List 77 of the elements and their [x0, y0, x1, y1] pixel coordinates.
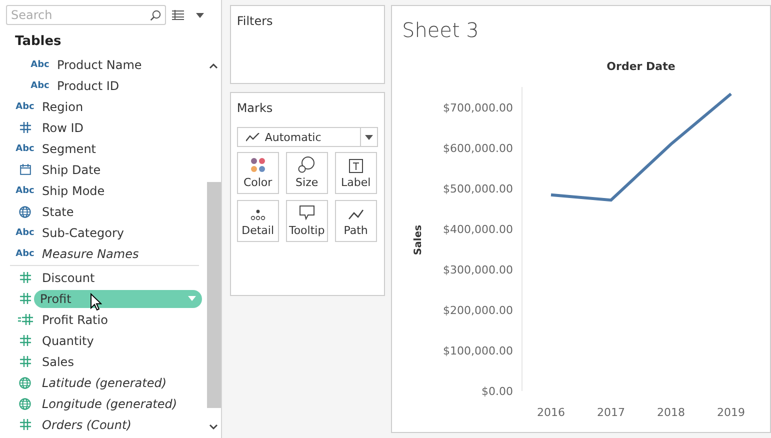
field-item[interactable]: Region [42, 98, 84, 116]
mark-property-button[interactable]: Size [286, 152, 328, 194]
field-item[interactable]: Discount [42, 268, 95, 286]
field-item[interactable]: Profit Ratio [42, 310, 108, 328]
detail-dots-icon [250, 209, 266, 221]
field-item[interactable]: Measure Names [42, 244, 139, 262]
mark-property-button[interactable]: Label [334, 152, 377, 194]
field-item[interactable]: Segment [42, 140, 96, 158]
field-item[interactable]: Product Name [57, 56, 142, 74]
field-item[interactable]: Sales [42, 352, 74, 370]
axis-tick-label: 2019 [717, 406, 745, 419]
hash-icon [20, 419, 30, 430]
list-view-icon[interactable] [172, 10, 184, 20]
text-type-icon: Abc [30, 60, 50, 70]
text-type-icon: Abc [30, 80, 50, 90]
mark-property-button[interactable]: Path [334, 200, 377, 242]
mark-type-dropdown[interactable]: Automatic [236, 127, 378, 147]
field-item[interactable]: Orders (Count) [42, 416, 132, 434]
axis-tick-label: 2016 [537, 406, 565, 419]
text-type-icon: Abc [16, 228, 34, 238]
text-type-icon: Abc [16, 248, 34, 258]
section-header: Tables [14, 33, 62, 51]
axis-tick-label: $0.00 [482, 385, 513, 398]
hash-icon [20, 293, 30, 304]
globe-icon [19, 376, 31, 388]
text-type-icon: Abc [16, 186, 34, 196]
axis-tick-label: $100,000.00 [443, 344, 513, 358]
field-item[interactable]: State [42, 202, 74, 220]
field-item[interactable]: Ship Mode [42, 182, 105, 200]
axis-tick-label: $700,000.00 [443, 101, 513, 114]
sheet-title: Sheet 3 [401, 17, 480, 44]
axis-tick-label: $300,000.00 [443, 263, 513, 276]
axis-title: Sales [413, 224, 424, 256]
text-type-icon: Abc [16, 102, 34, 112]
size-circles-icon [298, 156, 316, 173]
search-field[interactable]: Search [6, 5, 166, 25]
globe-icon [19, 206, 31, 218]
selected-field-pill[interactable]: Profit [34, 290, 202, 308]
scroll-up-icon[interactable] [208, 63, 218, 69]
field-item[interactable]: Product ID [57, 76, 120, 94]
search-icon[interactable] [150, 10, 161, 21]
tooltip-bubble-icon [298, 205, 315, 221]
calculated-hash-icon [18, 314, 32, 325]
text-label-icon [348, 159, 363, 173]
mark-property-button[interactable]: Detail [236, 200, 279, 242]
chart-title: Order Date [606, 60, 676, 73]
globe-icon [19, 398, 31, 410]
field-item[interactable]: Sub-Category [42, 224, 124, 242]
color-dots-icon [250, 157, 266, 173]
caret-icon[interactable] [365, 134, 373, 140]
hash-icon [20, 122, 30, 133]
field-item[interactable]: Row ID [42, 118, 84, 136]
hash-icon [20, 272, 30, 283]
field-item[interactable]: Quantity [42, 332, 94, 350]
mouse-cursor-icon [90, 292, 102, 310]
axis-tick-label: $500,000.00 [443, 182, 513, 196]
scroll-down-icon[interactable] [208, 424, 218, 430]
field-item[interactable]: Ship Date [42, 160, 101, 178]
scrollbar-thumb[interactable] [206, 182, 221, 408]
calendar-icon [20, 164, 30, 175]
line-mark-icon [246, 132, 260, 142]
axis-tick-label: 2017 [597, 406, 625, 419]
hash-icon [20, 356, 30, 367]
field-item[interactable]: Latitude (generated) [42, 374, 167, 392]
dropdown-caret-icon[interactable] [196, 12, 204, 18]
axis-tick-label: $200,000.00 [443, 304, 513, 317]
text-type-icon: Abc [16, 144, 34, 154]
mark-property-button[interactable]: Color [236, 152, 279, 194]
line-path-icon [348, 209, 364, 221]
field-item[interactable]: Longitude (generated) [42, 394, 178, 412]
hash-icon [20, 335, 30, 346]
axis-tick-label: $600,000.00 [443, 142, 513, 155]
card-title: Marks [236, 101, 274, 115]
mark-property-button[interactable]: Tooltip [286, 200, 328, 242]
card-title: Filters [236, 14, 274, 28]
axis-tick-label: $400,000.00 [443, 222, 513, 236]
axis-tick-label: 2018 [657, 406, 685, 419]
